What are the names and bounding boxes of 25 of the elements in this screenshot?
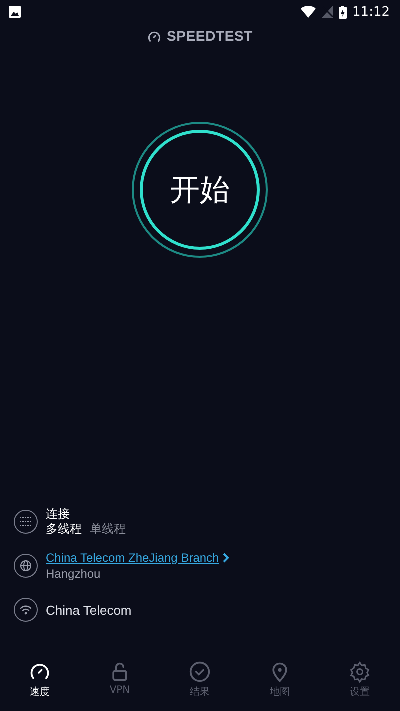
no-signal-icon (322, 6, 333, 18)
globe-icon (14, 554, 38, 578)
battery-charging-icon (338, 6, 347, 18)
connections-label: 连接 (46, 508, 71, 521)
image-icon (9, 6, 21, 18)
app-title: SPEEDTEST (167, 28, 253, 44)
settings-icon (349, 661, 371, 683)
thread-mode-option[interactable]: 多线程 (46, 523, 82, 536)
server-location: Hangzhou (46, 567, 102, 581)
connections-icon (14, 510, 38, 534)
check-circle-icon (189, 661, 211, 683)
nav-tab[interactable]: 结果 (160, 661, 240, 707)
nav-tab[interactable]: 速度 (0, 661, 80, 707)
nav-tab[interactable]: 设置 (320, 661, 400, 707)
chevron-right-icon[interactable] (223, 553, 230, 563)
wifi-icon (14, 598, 38, 622)
wifi-icon (300, 6, 316, 18)
status-time: 11:12 (352, 4, 390, 20)
nav-tab[interactable]: VPN (80, 661, 160, 707)
thread-mode-option[interactable]: 单线程 (90, 523, 126, 536)
speedometer-icon (147, 30, 162, 42)
server-link[interactable]: China Telecom ZheJiang Branch (46, 551, 220, 565)
nav-tab[interactable]: 地图 (240, 661, 320, 707)
start-button[interactable]: 开始 (140, 130, 260, 250)
provider-name: China Telecom (46, 602, 132, 618)
